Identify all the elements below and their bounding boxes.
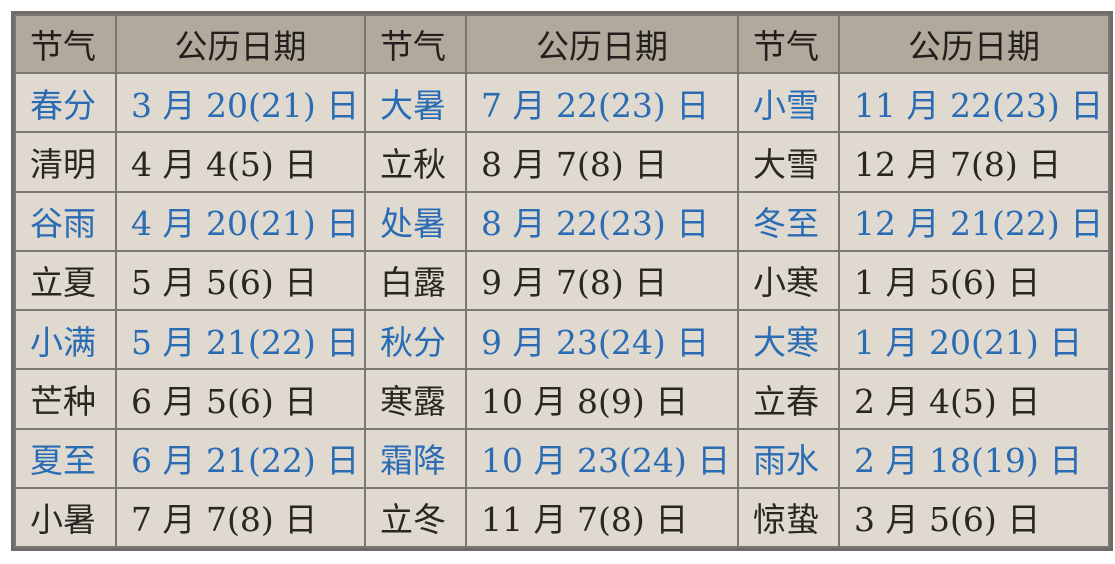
table-row: 清明 4 月 4(5) 日立秋 8 月 7(8) 日大雪 12 月 7(8) 日 xyxy=(14,131,1110,193)
term-cell: 大暑 xyxy=(364,71,467,134)
term-cell: 冬至 xyxy=(737,190,840,252)
table-row: 夏至 6 月 21(22) 日霜降 10 月 23(24) 日雨水 2 月 18(19… xyxy=(14,427,1110,489)
date-cell: 9 月 7(8) 日 xyxy=(465,249,739,312)
date-cell: 5 月 21(22) 日 xyxy=(115,308,366,371)
header-row: 节气 公历日期 节气 公历日期 节气 公历日期 xyxy=(14,14,1110,74)
term-cell: 处暑 xyxy=(364,190,467,252)
table-row: 小满 5 月 21(22) 日秋分 9 月 23(24) 日大寒 1 月 20(21)… xyxy=(14,308,1110,371)
date-cell: 1 月 20(21) 日 xyxy=(838,308,1110,371)
table-row: 春分 3 月 20(21) 日大暑 7 月 22(23) 日小雪 11 月 22(23… xyxy=(14,71,1110,134)
header-date-1: 公历日期 xyxy=(115,14,366,74)
date-cell: 3 月 20(21) 日 xyxy=(115,71,366,134)
date-cell: 11 月 22(23) 日 xyxy=(838,71,1110,134)
term-cell: 春分 xyxy=(14,71,117,134)
term-cell: 立春 xyxy=(737,368,840,430)
term-cell: 白露 xyxy=(364,249,467,312)
term-cell: 雨水 xyxy=(737,427,840,489)
table-row: 谷雨 4 月 20(21) 日处暑 8 月 22(23) 日冬至 12 月 21(22… xyxy=(14,190,1110,252)
date-cell: 4 月 4(5) 日 xyxy=(115,131,366,193)
term-cell: 霜降 xyxy=(364,427,467,489)
term-cell: 小雪 xyxy=(737,71,840,134)
header-term-1: 节气 xyxy=(14,14,117,74)
date-cell: 5 月 5(6) 日 xyxy=(115,249,366,312)
term-cell: 寒露 xyxy=(364,368,467,430)
term-cell: 谷雨 xyxy=(14,190,117,252)
term-cell: 惊蛰 xyxy=(737,486,840,549)
term-cell: 秋分 xyxy=(364,308,467,371)
term-cell: 小寒 xyxy=(737,249,840,312)
term-cell: 芒种 xyxy=(14,368,117,430)
term-cell: 立秋 xyxy=(364,131,467,193)
date-cell: 3 月 5(6) 日 xyxy=(838,486,1110,549)
date-cell: 10 月 23(24) 日 xyxy=(465,427,739,489)
date-cell: 11 月 7(8) 日 xyxy=(465,486,739,549)
date-cell: 6 月 5(6) 日 xyxy=(115,368,366,430)
date-cell: 7 月 22(23) 日 xyxy=(465,71,739,134)
table-row: 芒种 6 月 5(6) 日寒露 10 月 8(9) 日立春 2 月 4(5) 日 xyxy=(14,368,1110,430)
date-cell: 12 月 7(8) 日 xyxy=(838,131,1110,193)
date-cell: 7 月 7(8) 日 xyxy=(115,486,366,549)
table-body: 春分 3 月 20(21) 日大暑 7 月 22(23) 日小雪 11 月 22(23… xyxy=(14,71,1110,549)
date-cell: 9 月 23(24) 日 xyxy=(465,308,739,371)
date-cell: 12 月 21(22) 日 xyxy=(838,190,1110,252)
date-cell: 8 月 7(8) 日 xyxy=(465,131,739,193)
term-cell: 立冬 xyxy=(364,486,467,549)
date-cell: 2 月 18(19) 日 xyxy=(838,427,1110,489)
term-cell: 大寒 xyxy=(737,308,840,371)
solar-terms-table: 节气 公历日期 节气 公历日期 节气 公历日期 春分 3 月 20(21) 日大暑… xyxy=(11,11,1113,551)
date-cell: 1 月 5(6) 日 xyxy=(838,249,1110,312)
date-cell: 6 月 21(22) 日 xyxy=(115,427,366,489)
table-row: 立夏 5 月 5(6) 日白露 9 月 7(8) 日小寒 1 月 5(6) 日 xyxy=(14,249,1110,312)
term-cell: 夏至 xyxy=(14,427,117,489)
header-date-2: 公历日期 xyxy=(465,14,739,74)
header-term-2: 节气 xyxy=(364,14,467,74)
table-row: 小暑 7 月 7(8) 日立冬 11 月 7(8) 日惊蛰 3 月 5(6) 日 xyxy=(14,486,1110,549)
table-header: 节气 公历日期 节气 公历日期 节气 公历日期 xyxy=(14,14,1110,74)
date-cell: 4 月 20(21) 日 xyxy=(115,190,366,252)
term-cell: 大雪 xyxy=(737,131,840,193)
date-cell: 8 月 22(23) 日 xyxy=(465,190,739,252)
date-cell: 2 月 4(5) 日 xyxy=(838,368,1110,430)
term-cell: 清明 xyxy=(14,131,117,193)
term-cell: 立夏 xyxy=(14,249,117,312)
header-term-3: 节气 xyxy=(737,14,840,74)
term-cell: 小满 xyxy=(14,308,117,371)
header-date-3: 公历日期 xyxy=(838,14,1110,74)
date-cell: 10 月 8(9) 日 xyxy=(465,368,739,430)
term-cell: 小暑 xyxy=(14,486,117,549)
